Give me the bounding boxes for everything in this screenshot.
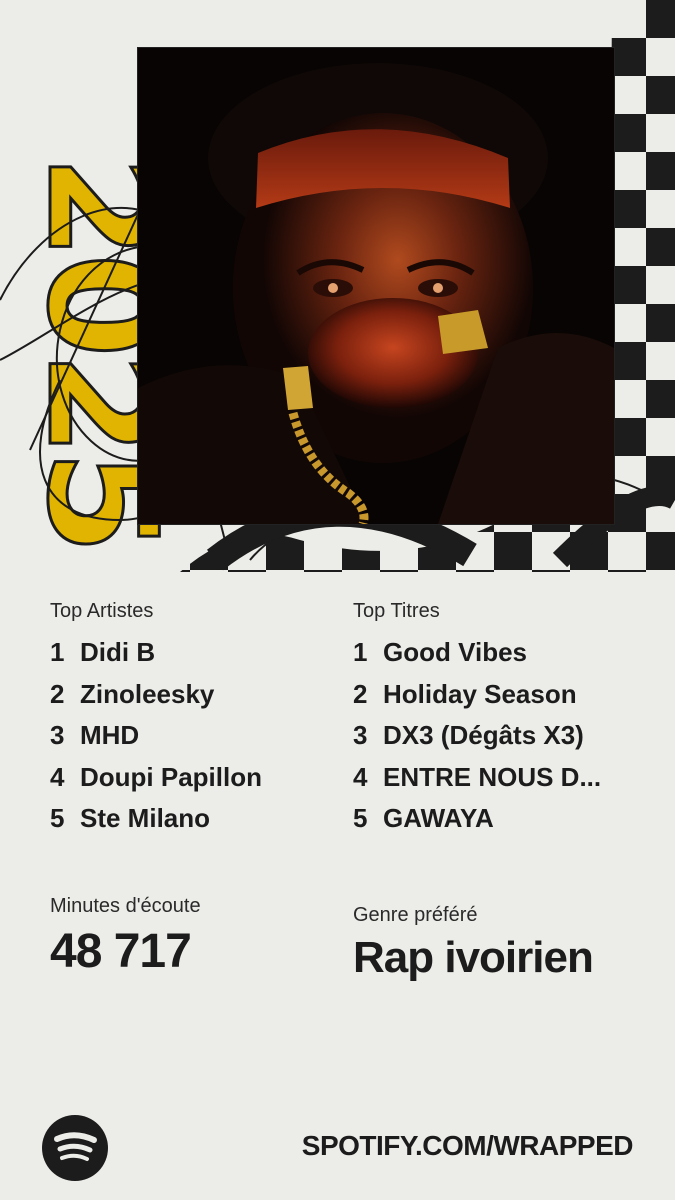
artist-name: Doupi Papillon xyxy=(80,761,262,792)
track-rank: 5 xyxy=(353,803,368,833)
top-artists-title: Top Artistes xyxy=(50,600,154,622)
wrapped-url-link[interactable]: SPOTIFY.COM/WRAPPED xyxy=(302,1130,634,1162)
minutes-listened-block: Minutes d'écoute 48 717 xyxy=(50,895,201,979)
track-name: GAWAYA xyxy=(383,803,494,833)
artist-name: Ste Milano xyxy=(80,803,211,833)
artist-name: Zinoleesky xyxy=(80,678,215,709)
artist-name: Didi B xyxy=(80,637,156,667)
track-name: Good Vibes xyxy=(383,637,527,667)
track-name: ENTRE NOUS D... xyxy=(383,761,602,792)
hero-artwork: 2025 xyxy=(0,0,675,572)
artist-row: 5 Ste Milano xyxy=(50,803,340,845)
top-artists-section: Top Artistes 1 Didi B 2 Zinoleesky 3 MHD 4D… xyxy=(50,600,340,845)
track-rank: 1 xyxy=(353,637,368,667)
top-tracks-title: Top Titres xyxy=(353,600,440,622)
artist-rank: 3 xyxy=(50,720,65,750)
track-row: 1 Good Vibes xyxy=(353,637,653,679)
artist-row: 2 Zinoleesky xyxy=(50,679,340,721)
artist-row: 4 Doupi Papillon xyxy=(50,762,340,804)
genre-value: Rap ivoirien xyxy=(353,933,594,982)
top-tracks-section: Top Titres 1 Good Vibes 2 Holiday Season 3… xyxy=(353,600,653,845)
track-name: DX3 (Dégâts X3) xyxy=(383,720,584,750)
minutes-value: 48 717 xyxy=(50,925,192,978)
cover-photo xyxy=(137,47,615,525)
artist-rank: 5 xyxy=(50,803,65,833)
artist-name: MHD xyxy=(80,720,140,750)
genre-label: Genre préféré xyxy=(353,904,478,926)
artist-row: 3 MHD xyxy=(50,720,340,762)
track-rank: 4 xyxy=(353,761,368,792)
artist-rank: 4 xyxy=(50,761,65,792)
artist-row: 1 Didi B xyxy=(50,637,340,679)
track-row: 4 ENTRE NOUS D... xyxy=(353,762,653,804)
track-row: 5 GAWAYA xyxy=(353,803,653,845)
spotify-logo-icon xyxy=(42,1115,108,1181)
stats-panel: Top Artistes 1 Didi B 2 Zinoleesky 3 MHD 4D… xyxy=(0,572,675,1200)
minutes-label: Minutes d'écoute xyxy=(50,895,201,917)
track-rank: 2 xyxy=(353,678,368,709)
favorite-genre-block: Genre préféré Rap ivoirien xyxy=(353,904,594,983)
artist-rank: 2 xyxy=(50,678,65,709)
track-row: 3 DX3 (Dégâts X3) xyxy=(353,720,653,762)
track-rank: 3 xyxy=(353,720,368,750)
artist-rank: 1 xyxy=(50,637,65,667)
track-row: 2 Holiday Season xyxy=(353,679,653,721)
track-name: Holiday Season xyxy=(383,678,577,709)
